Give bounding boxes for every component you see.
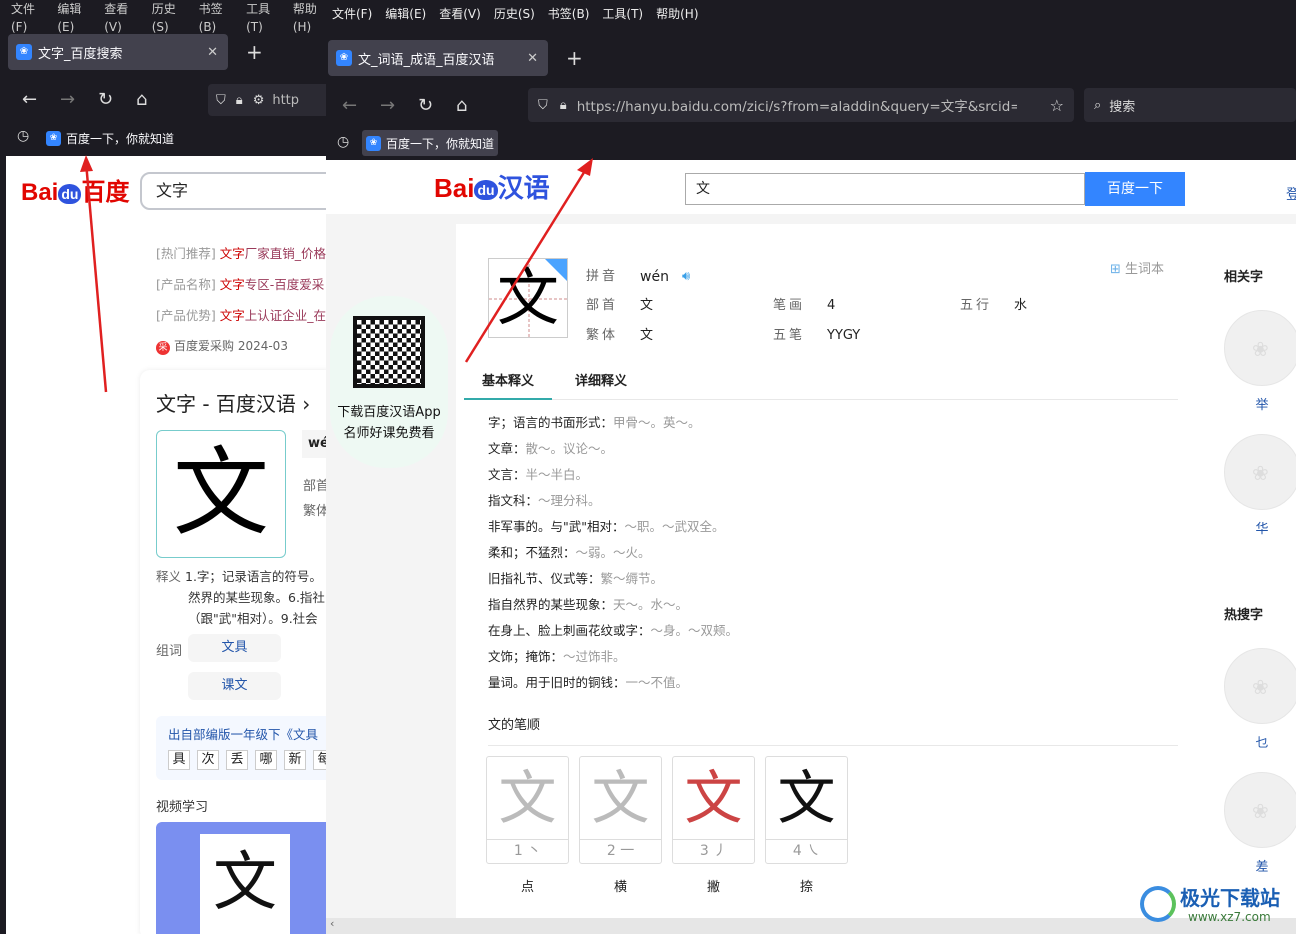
red-arrow-line: [84, 161, 108, 393]
red-arrow-head: [80, 155, 93, 172]
watermark-logo-icon: [1140, 886, 1176, 922]
red-arrow-head: [577, 158, 593, 176]
annotation-arrows: [80, 155, 593, 393]
watermark: 极光下载站 www.xz7.com: [1140, 880, 1290, 930]
red-arrow-line: [464, 165, 590, 363]
watermark-name: 极光下载站: [1180, 886, 1280, 910]
watermark-url: www.xz7.com: [1188, 910, 1271, 924]
